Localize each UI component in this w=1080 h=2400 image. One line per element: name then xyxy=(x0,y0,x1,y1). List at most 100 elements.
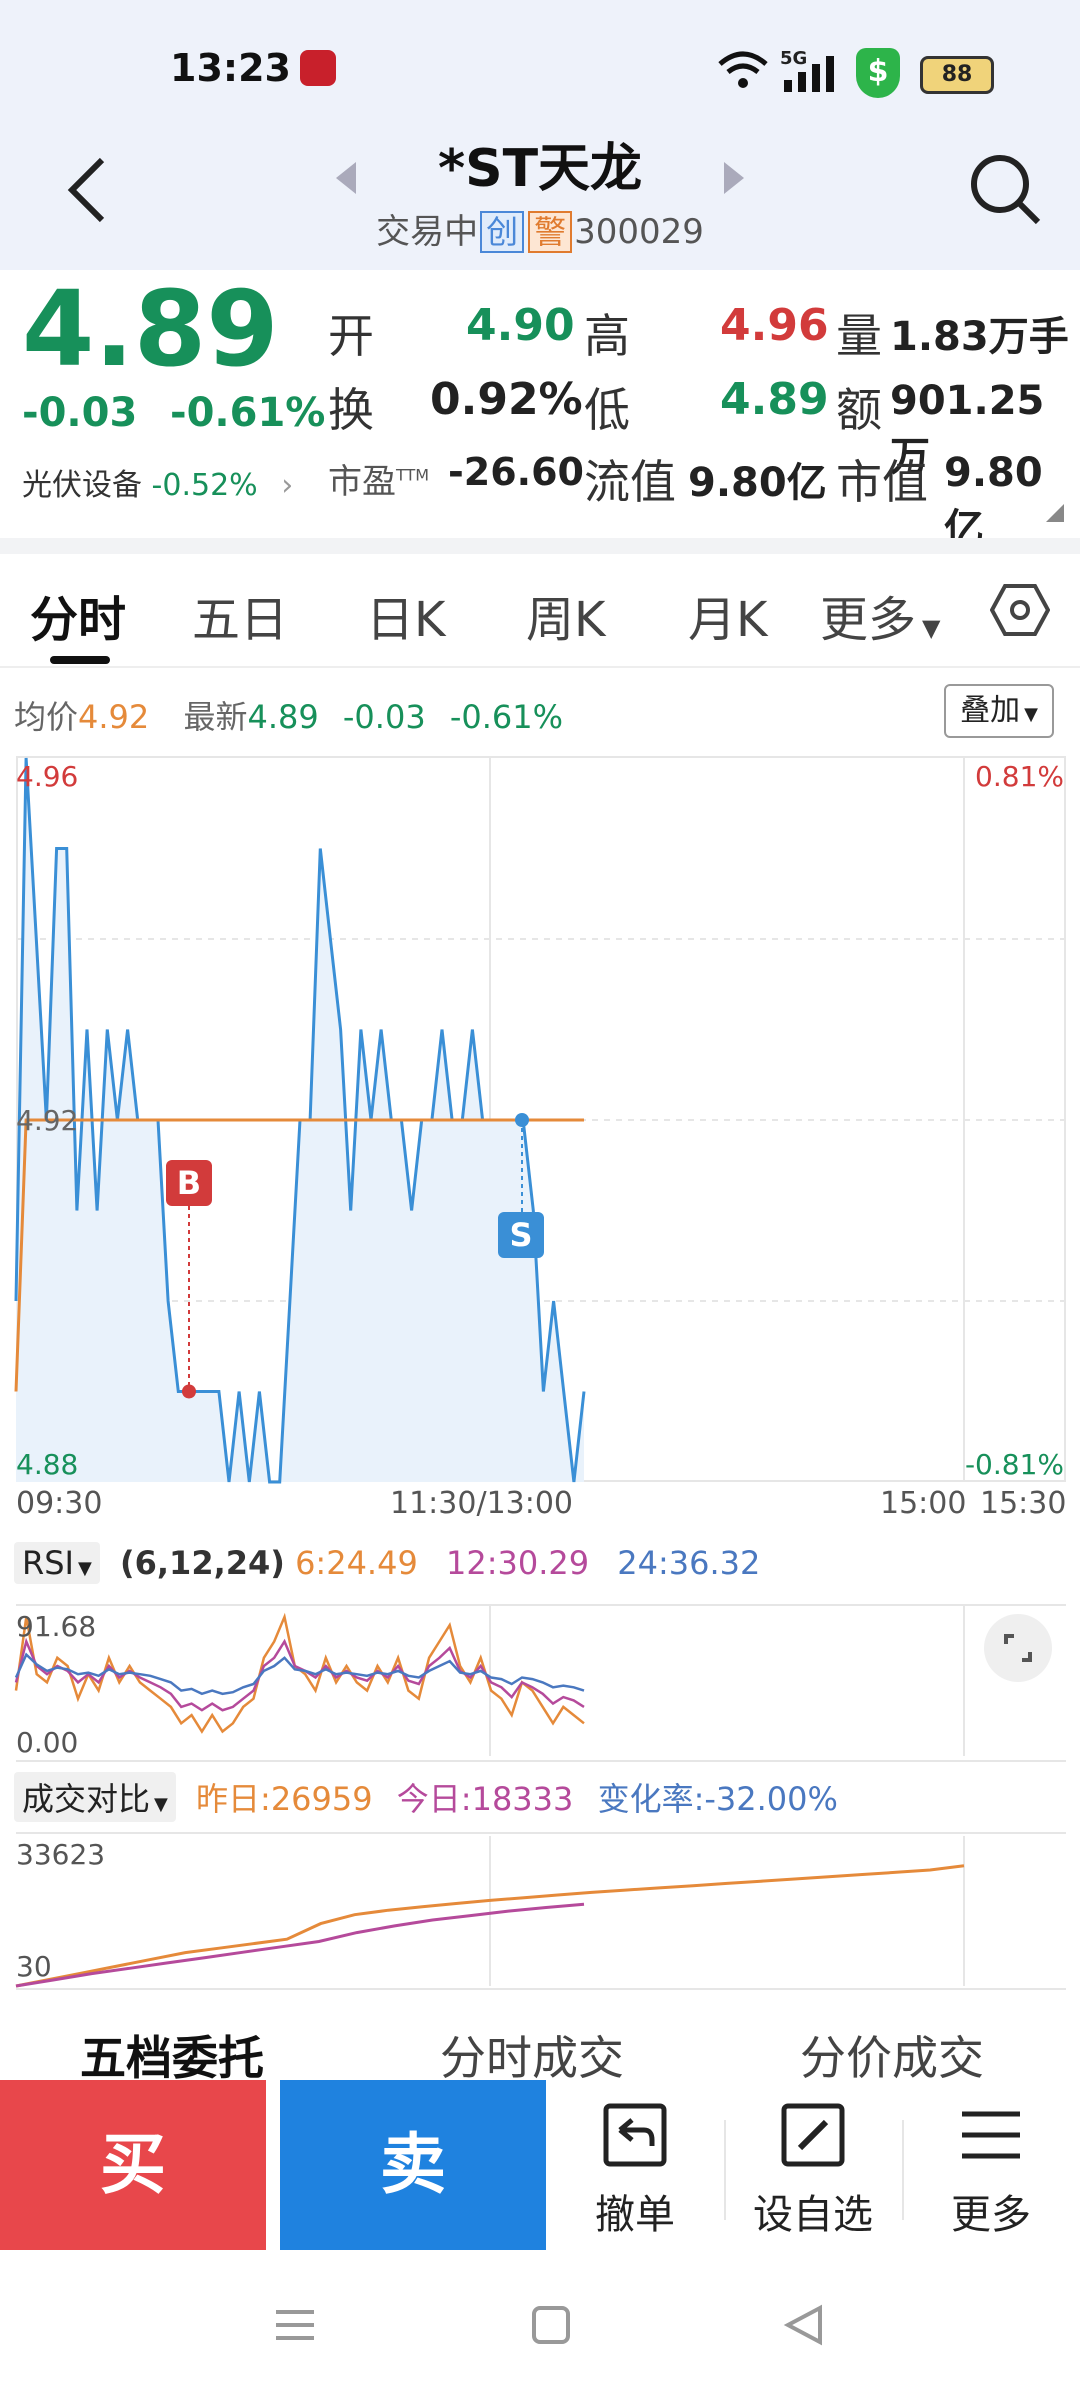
undo-icon xyxy=(603,2103,667,2167)
latest-value: 4.89 xyxy=(247,698,319,736)
open-value: 4.90 xyxy=(466,300,575,351)
back-triangle-icon xyxy=(783,2304,822,2346)
buy-point xyxy=(182,1384,196,1399)
tab-monthly-k[interactable]: 月K xyxy=(688,580,767,650)
x-axis-end: 15:30 xyxy=(980,1486,1067,1521)
hexagon-settings-icon xyxy=(989,584,1051,636)
security-shield-icon: $ xyxy=(856,48,900,98)
rsi-line-24 xyxy=(14,1652,585,1696)
dropdown-arrow-icon: ▼ xyxy=(1024,704,1038,725)
mkt-cap-label: 市值 xyxy=(836,455,928,509)
sell-button[interactable]: 卖 xyxy=(280,2080,546,2250)
turnover-value: 0.92% xyxy=(430,374,583,425)
high-value: 4.96 xyxy=(720,300,829,351)
tab-intraday[interactable]: 分时 xyxy=(30,580,126,650)
chinext-tag: 创 xyxy=(480,211,525,253)
trading-status: 交易中 xyxy=(376,212,479,252)
fullscreen-button[interactable] xyxy=(984,1614,1052,1682)
volume-change-rate: 变化率:-32.00% xyxy=(597,1780,838,1818)
pe-value: -26.60 xyxy=(448,450,584,494)
rsi-line-12 xyxy=(14,1637,585,1712)
recent-apps-icon xyxy=(276,2310,314,2340)
amount-label: 额 xyxy=(836,383,882,437)
menu-icon xyxy=(962,2111,1020,2159)
chart-settings-button[interactable] xyxy=(989,580,1051,644)
stock-title: *ST天龙 xyxy=(437,139,643,199)
rsi-24: 24:36.32 xyxy=(617,1544,761,1582)
sell-point xyxy=(515,1113,529,1127)
stock-subtitle: 交易中创警 300029 xyxy=(0,204,1080,253)
tab-time-trades[interactable]: 分时成交 xyxy=(440,2022,624,2088)
chart-info-line: 均价4.92 最新4.89 -0.03 -0.61% xyxy=(14,692,563,738)
status-time: 13:23 xyxy=(170,46,291,90)
latest-label: 最新 xyxy=(183,698,248,736)
nav-menu-button[interactable] xyxy=(270,2300,320,2354)
tab-five-day[interactable]: 五日 xyxy=(192,580,288,650)
tab-more[interactable]: 更多 ▼ xyxy=(820,580,940,650)
volume-compare-line: 成交对比 ▼ 昨日:26959 今日:18333 变化率:-32.00% xyxy=(14,1772,838,1822)
volume-today: 今日:18333 xyxy=(396,1780,574,1818)
sector-change: -0.52% xyxy=(151,468,258,503)
pct-axis-bottom: -0.81% xyxy=(964,1448,1064,1481)
volume-compare-selector[interactable]: 成交对比 ▼ xyxy=(14,1772,176,1822)
expand-icon xyxy=(1004,1634,1032,1662)
volume-compare-chart xyxy=(15,1836,965,1988)
y-axis-top: 4.96 xyxy=(16,760,79,793)
float-cap-label: 流值 xyxy=(584,455,676,509)
overlay-button[interactable]: 叠加 ▼ xyxy=(944,684,1054,738)
tab-daily-k[interactable]: 日K xyxy=(366,580,445,650)
rsi-selector[interactable]: RSI ▼ xyxy=(14,1542,100,1584)
add-watchlist-button[interactable]: 设自选 xyxy=(724,2100,902,2240)
add-watchlist-label: 设自选 xyxy=(753,2192,873,2238)
low-label: 低 xyxy=(584,383,630,437)
dropdown-arrow-icon: ▼ xyxy=(922,614,941,642)
latest-change-pct: -0.61% xyxy=(449,698,564,736)
search-button[interactable] xyxy=(966,150,1046,234)
buy-marker[interactable]: B xyxy=(166,1160,212,1206)
current-price: 4.89 xyxy=(22,268,279,390)
more-menu-button[interactable]: 更多 xyxy=(902,2100,1080,2240)
search-icon xyxy=(971,155,1041,225)
volume-y-bottom: 30 xyxy=(16,1950,52,1983)
edit-icon xyxy=(781,2103,845,2167)
price-change-pct: -0.61% xyxy=(170,390,326,436)
cancel-order-button[interactable]: 撤单 xyxy=(546,2100,724,2240)
buy-button[interactable]: 买 xyxy=(0,2080,266,2250)
tabs-divider xyxy=(0,666,1080,668)
float-cap-value: 9.80亿 xyxy=(688,460,827,506)
intraday-chart xyxy=(14,757,1066,1484)
low-value: 4.89 xyxy=(720,374,829,425)
pct-axis-top: 0.81% xyxy=(975,760,1064,793)
volume-value: 1.83万手 xyxy=(890,314,1069,360)
volume-label: 量 xyxy=(836,309,882,363)
nav-home-button[interactable] xyxy=(526,2300,576,2354)
y-axis-bottom: 4.88 xyxy=(16,1448,79,1481)
avg-label: 均价 xyxy=(14,698,79,736)
tab-price-trades[interactable]: 分价成交 xyxy=(800,2022,984,2088)
sell-marker[interactable]: S xyxy=(498,1212,544,1258)
notification-icon xyxy=(300,50,336,86)
rsi-chart xyxy=(14,1606,965,1756)
rsi-y-bottom: 0.00 xyxy=(16,1726,79,1759)
rsi-6: 6:24.49 xyxy=(295,1544,418,1582)
high-label: 高 xyxy=(584,309,630,363)
pe-label: 市盈TTM xyxy=(328,462,430,502)
expand-corner-icon[interactable] xyxy=(1046,504,1064,522)
wifi-icon xyxy=(716,50,770,94)
warning-tag: 警 xyxy=(528,211,573,253)
x-axis-mid: 11:30/13:00 xyxy=(390,1486,574,1521)
x-axis-start: 09:30 xyxy=(16,1486,103,1521)
dropdown-arrow-icon: ▼ xyxy=(77,1558,92,1579)
rsi-12: 12:30.29 xyxy=(445,1544,590,1582)
section-separator xyxy=(0,538,1080,554)
chevron-right-icon: › xyxy=(281,468,294,503)
rsi-y-top: 91.68 xyxy=(16,1610,97,1643)
turnover-label: 换 xyxy=(328,383,374,437)
tab-order-book[interactable]: 五档委托 xyxy=(80,2022,264,2088)
nav-back-button[interactable] xyxy=(780,2300,830,2354)
cancel-order-label: 撤单 xyxy=(595,2192,675,2238)
sector-link[interactable]: 光伏设备 -0.52% › xyxy=(22,460,293,504)
battery-indicator: 88 xyxy=(920,56,994,94)
latest-change: -0.03 xyxy=(342,698,426,736)
tab-weekly-k[interactable]: 周K xyxy=(526,580,605,650)
